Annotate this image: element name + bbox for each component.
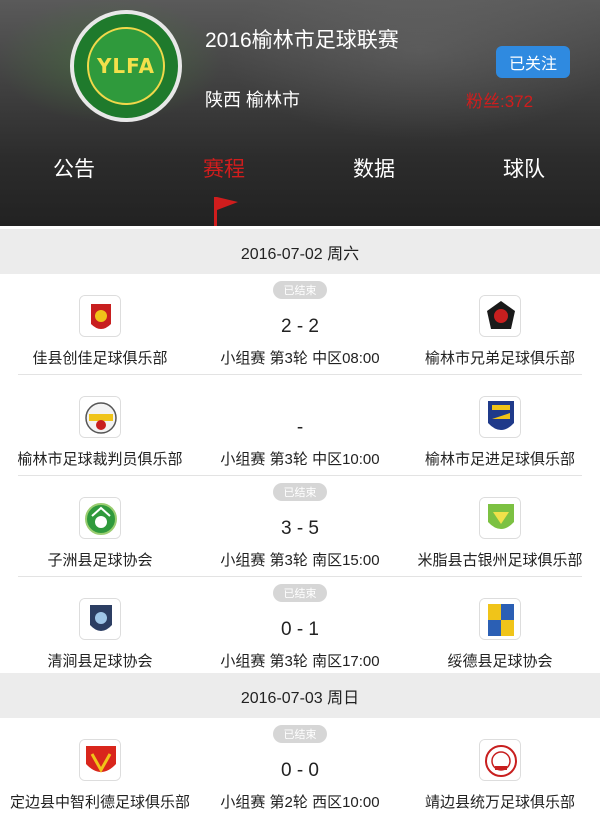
match-score: 3 - 5 xyxy=(280,518,320,539)
match-info: 小组赛 第2轮 西区10:00 xyxy=(220,794,380,811)
away-team-logo-icon xyxy=(479,396,521,438)
home-team-name: 定边县中智利德足球俱乐部 xyxy=(9,794,190,811)
away-team-name: 榆林市足进足球俱乐部 xyxy=(424,451,575,468)
home-team-name: 榆林市足球裁判员俱乐部 xyxy=(17,451,183,468)
follow-button[interactable]: 已关注 xyxy=(496,46,570,78)
status-badge: 已结束 xyxy=(273,281,327,299)
match-score: 2 - 2 xyxy=(280,316,320,337)
match-row[interactable]: 子洲县足球协会 已结束 3 - 5 小组赛 第3轮 南区15:00 米脂县古银州… xyxy=(0,476,600,577)
status-badge: 已结束 xyxy=(273,725,327,743)
league-logo-text: YLFA xyxy=(96,54,156,78)
league-region: 陕西 榆林市 xyxy=(205,90,301,110)
home-team-logo-icon xyxy=(79,396,121,438)
home-team-name: 佳县创佳足球俱乐部 xyxy=(32,350,168,367)
match-info: 小组赛 第3轮 南区15:00 xyxy=(220,552,380,569)
status-badge: 已结束 xyxy=(273,584,327,602)
match-score: 0 - 1 xyxy=(280,619,320,640)
tab-stats[interactable]: 数据 xyxy=(353,153,395,183)
match-row[interactable]: 佳县创佳足球俱乐部 已结束 2 - 2 小组赛 第3轮 中区08:00 榆林市兄… xyxy=(0,274,600,375)
status-badge: 已结束 xyxy=(273,483,327,501)
fans-count: 粉丝:372 xyxy=(466,92,534,111)
match-score: - xyxy=(296,417,304,438)
tab-schedule[interactable]: 赛程 xyxy=(203,153,245,183)
away-team-logo-icon xyxy=(479,497,521,539)
away-team-logo-icon xyxy=(479,739,521,781)
home-team-logo-icon xyxy=(79,598,121,640)
home-team-logo-icon xyxy=(79,295,121,337)
date-header: 2016-07-02 周六 xyxy=(0,229,600,274)
away-team-logo-icon xyxy=(479,598,521,640)
home-team-name: 清涧县足球协会 xyxy=(47,653,153,670)
league-title: 2016榆林市足球联赛 xyxy=(205,29,399,52)
active-tab-flag-icon xyxy=(214,197,238,226)
match-info: 小组赛 第3轮 中区08:00 xyxy=(220,350,380,367)
league-logo-icon: YLFA xyxy=(70,10,182,122)
away-team-name: 米脂县古银州足球俱乐部 xyxy=(417,552,583,569)
match-row[interactable]: 榆林市足球裁判员俱乐部 - 小组赛 第3轮 中区10:00 榆林市足进足球俱乐部 xyxy=(0,375,600,476)
date-header: 2016-07-03 周日 xyxy=(0,673,600,718)
league-logo-emblem: YLFA xyxy=(87,27,165,105)
away-team-logo-icon xyxy=(479,295,521,337)
away-team-name: 绥德县足球协会 xyxy=(447,653,553,670)
home-team-name: 子洲县足球协会 xyxy=(47,552,153,569)
home-team-logo-icon xyxy=(79,497,121,539)
league-header: YLFA 2016榆林市足球联赛 陕西 榆林市 已关注 粉丝:372 公告 赛程… xyxy=(0,0,600,226)
match-info: 小组赛 第3轮 南区17:00 xyxy=(220,653,380,670)
match-row[interactable]: 清涧县足球协会 已结束 0 - 1 小组赛 第3轮 南区17:00 绥德县足球协… xyxy=(0,577,600,678)
match-row[interactable]: 定边县中智利德足球俱乐部 已结束 0 - 0 小组赛 第2轮 西区10:00 靖… xyxy=(0,718,600,817)
home-team-logo-icon xyxy=(79,739,121,781)
tab-teams[interactable]: 球队 xyxy=(503,153,545,183)
away-team-name: 榆林市兄弟足球俱乐部 xyxy=(424,350,575,367)
tab-announcement[interactable]: 公告 xyxy=(53,153,95,183)
away-team-name: 靖边县统万足球俱乐部 xyxy=(424,794,575,811)
match-score: 0 - 0 xyxy=(280,760,320,781)
match-info: 小组赛 第3轮 中区10:00 xyxy=(220,451,380,468)
